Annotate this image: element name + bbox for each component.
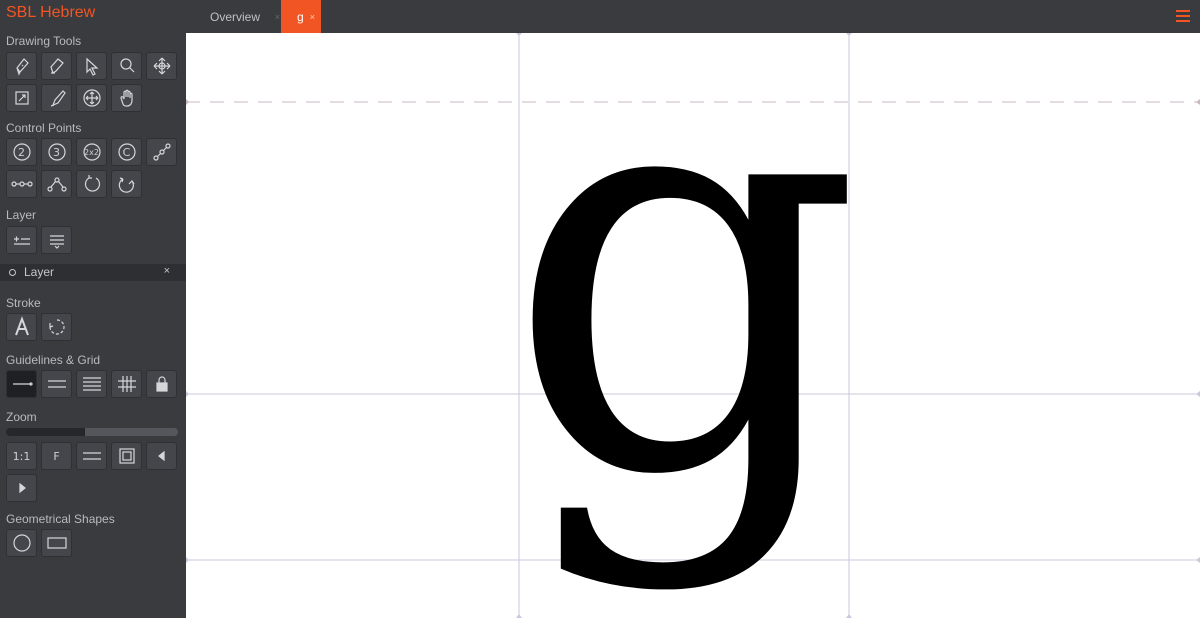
- layer-visibility-icon[interactable]: [9, 269, 16, 276]
- guide-marker-right-ascender[interactable]: [1196, 99, 1200, 105]
- add-layer-button[interactable]: [6, 226, 37, 254]
- zoom-frame-button[interactable]: [111, 442, 142, 470]
- rotate-arrows-icon: [118, 177, 134, 193]
- guide-marker-bottom-left[interactable]: [516, 614, 522, 618]
- guide-marker-left-descender[interactable]: [186, 557, 189, 563]
- guideline-single-button[interactable]: [6, 370, 37, 398]
- transform-tool-button[interactable]: [6, 84, 37, 112]
- guide-marker-left-ascender[interactable]: [186, 99, 189, 105]
- zoom-width-button[interactable]: [76, 442, 107, 470]
- guide-marker-left-baseline[interactable]: [186, 391, 189, 397]
- hand-tool-button[interactable]: [111, 84, 142, 112]
- frame-icon: [118, 448, 135, 464]
- move-arrows-icon: [153, 57, 170, 75]
- tab-glyph-g[interactable]: g ×: [281, 0, 321, 33]
- rectangle-shape-button[interactable]: [41, 529, 72, 557]
- hamburger-menu-icon[interactable]: [1176, 10, 1190, 22]
- cp-3-button[interactable]: 3: [41, 138, 72, 166]
- tab-overview-close-icon[interactable]: ×: [275, 12, 280, 22]
- guide-marker-right-descender[interactable]: [1196, 557, 1200, 563]
- section-layer: Layer: [6, 208, 37, 222]
- stroke-font-button[interactable]: [6, 313, 37, 341]
- guide-marker-bottom-right[interactable]: [846, 614, 852, 618]
- app-title: SBL Hebrew: [6, 4, 96, 21]
- stroke-rotate-button[interactable]: [41, 313, 72, 341]
- section-zoom: Zoom: [6, 410, 37, 424]
- pan-move-tool-button[interactable]: [76, 84, 107, 112]
- dashed-circle-arrow-icon: [48, 319, 65, 335]
- brush-tool-button[interactable]: [41, 84, 72, 112]
- cp-path-button[interactable]: [146, 138, 177, 166]
- move-tool-button[interactable]: [146, 52, 177, 80]
- glyph-editor-svg[interactable]: g: [186, 0, 1200, 618]
- tab-bar: Overview × g ×: [186, 0, 1200, 33]
- tab-glyph-close-icon[interactable]: ×: [310, 12, 315, 22]
- guideline-multi-button[interactable]: [76, 370, 107, 398]
- guideline-icon: [12, 382, 33, 386]
- glyph-canvas[interactable]: g: [186, 0, 1200, 618]
- lock-guides-button[interactable]: [146, 370, 177, 398]
- scale-box-icon: [14, 91, 29, 105]
- grid-button[interactable]: [111, 370, 142, 398]
- triangle-right-icon: [18, 482, 26, 494]
- hand-icon: [119, 89, 133, 107]
- circular-arrow-icon: [84, 175, 100, 192]
- pen-tool-button[interactable]: [6, 52, 37, 80]
- guidelines-multi-icon: [82, 377, 101, 391]
- select-tool-button[interactable]: [76, 52, 107, 80]
- zoom-1to1-button[interactable]: 1:1: [6, 442, 37, 470]
- cp-c-button[interactable]: C: [111, 138, 142, 166]
- glyph-outline[interactable]: g: [505, 0, 863, 598]
- section-control-points: Control Points: [6, 121, 82, 135]
- zoom-fit-button[interactable]: F: [41, 442, 72, 470]
- section-shapes: Geometrical Shapes: [6, 512, 115, 526]
- layer-close-icon[interactable]: ×: [164, 265, 170, 277]
- cp-2x2-button[interactable]: 2x2: [76, 138, 107, 166]
- cp-line-button[interactable]: [6, 170, 37, 198]
- section-drawing-tools: Drawing Tools: [6, 34, 82, 48]
- pen-icon: [15, 58, 29, 76]
- section-guidelines: Guidelines & Grid: [6, 353, 101, 367]
- zoom-next-button[interactable]: [6, 474, 37, 502]
- cp-close-path-button[interactable]: [76, 170, 107, 198]
- zoom-tool-button[interactable]: [111, 52, 142, 80]
- triangle-left-icon: [157, 450, 165, 462]
- sidebar: SBL Hebrew Drawing Tools Control Points …: [0, 0, 186, 618]
- zoom-prev-button[interactable]: [146, 442, 177, 470]
- letter-a-icon: [14, 316, 29, 336]
- layers-list-icon: [49, 235, 64, 249]
- layer-name: Layer: [24, 265, 55, 279]
- rectangle-shape-icon: [46, 537, 67, 549]
- grid-icon: [117, 376, 136, 392]
- magnifier-icon: [119, 58, 134, 73]
- cursor-arrow-icon: [85, 57, 99, 76]
- zoom-slider-fill: [6, 428, 86, 436]
- lock-icon: [155, 376, 168, 392]
- brush-icon: [50, 90, 66, 107]
- layer-list-item[interactable]: Layer ×: [0, 264, 186, 281]
- ellipse-shape-button[interactable]: [6, 529, 37, 557]
- layer-list-button[interactable]: [41, 226, 72, 254]
- cp-reverse-button[interactable]: [111, 170, 142, 198]
- section-stroke: Stroke: [6, 296, 41, 310]
- move-circle-icon: [82, 89, 101, 107]
- pen-add-tool-button[interactable]: [41, 52, 72, 80]
- guideline-double-button[interactable]: [41, 370, 72, 398]
- zoom-slider[interactable]: [6, 428, 178, 436]
- cp-curve-button[interactable]: [41, 170, 72, 198]
- node-path-icon: [152, 143, 171, 161]
- guidelines-double-icon: [47, 380, 66, 388]
- circle-shape-icon: [12, 534, 31, 552]
- add-layer-icon: [13, 236, 30, 245]
- node-line-icon: [10, 181, 33, 187]
- node-curve-icon: [46, 177, 67, 192]
- cp-2-button[interactable]: 2: [6, 138, 37, 166]
- tab-overview[interactable]: Overview ×: [198, 0, 280, 33]
- guide-marker-right-baseline[interactable]: [1196, 391, 1200, 397]
- fit-width-icon: [82, 452, 101, 460]
- pen-nib-icon: [49, 58, 64, 74]
